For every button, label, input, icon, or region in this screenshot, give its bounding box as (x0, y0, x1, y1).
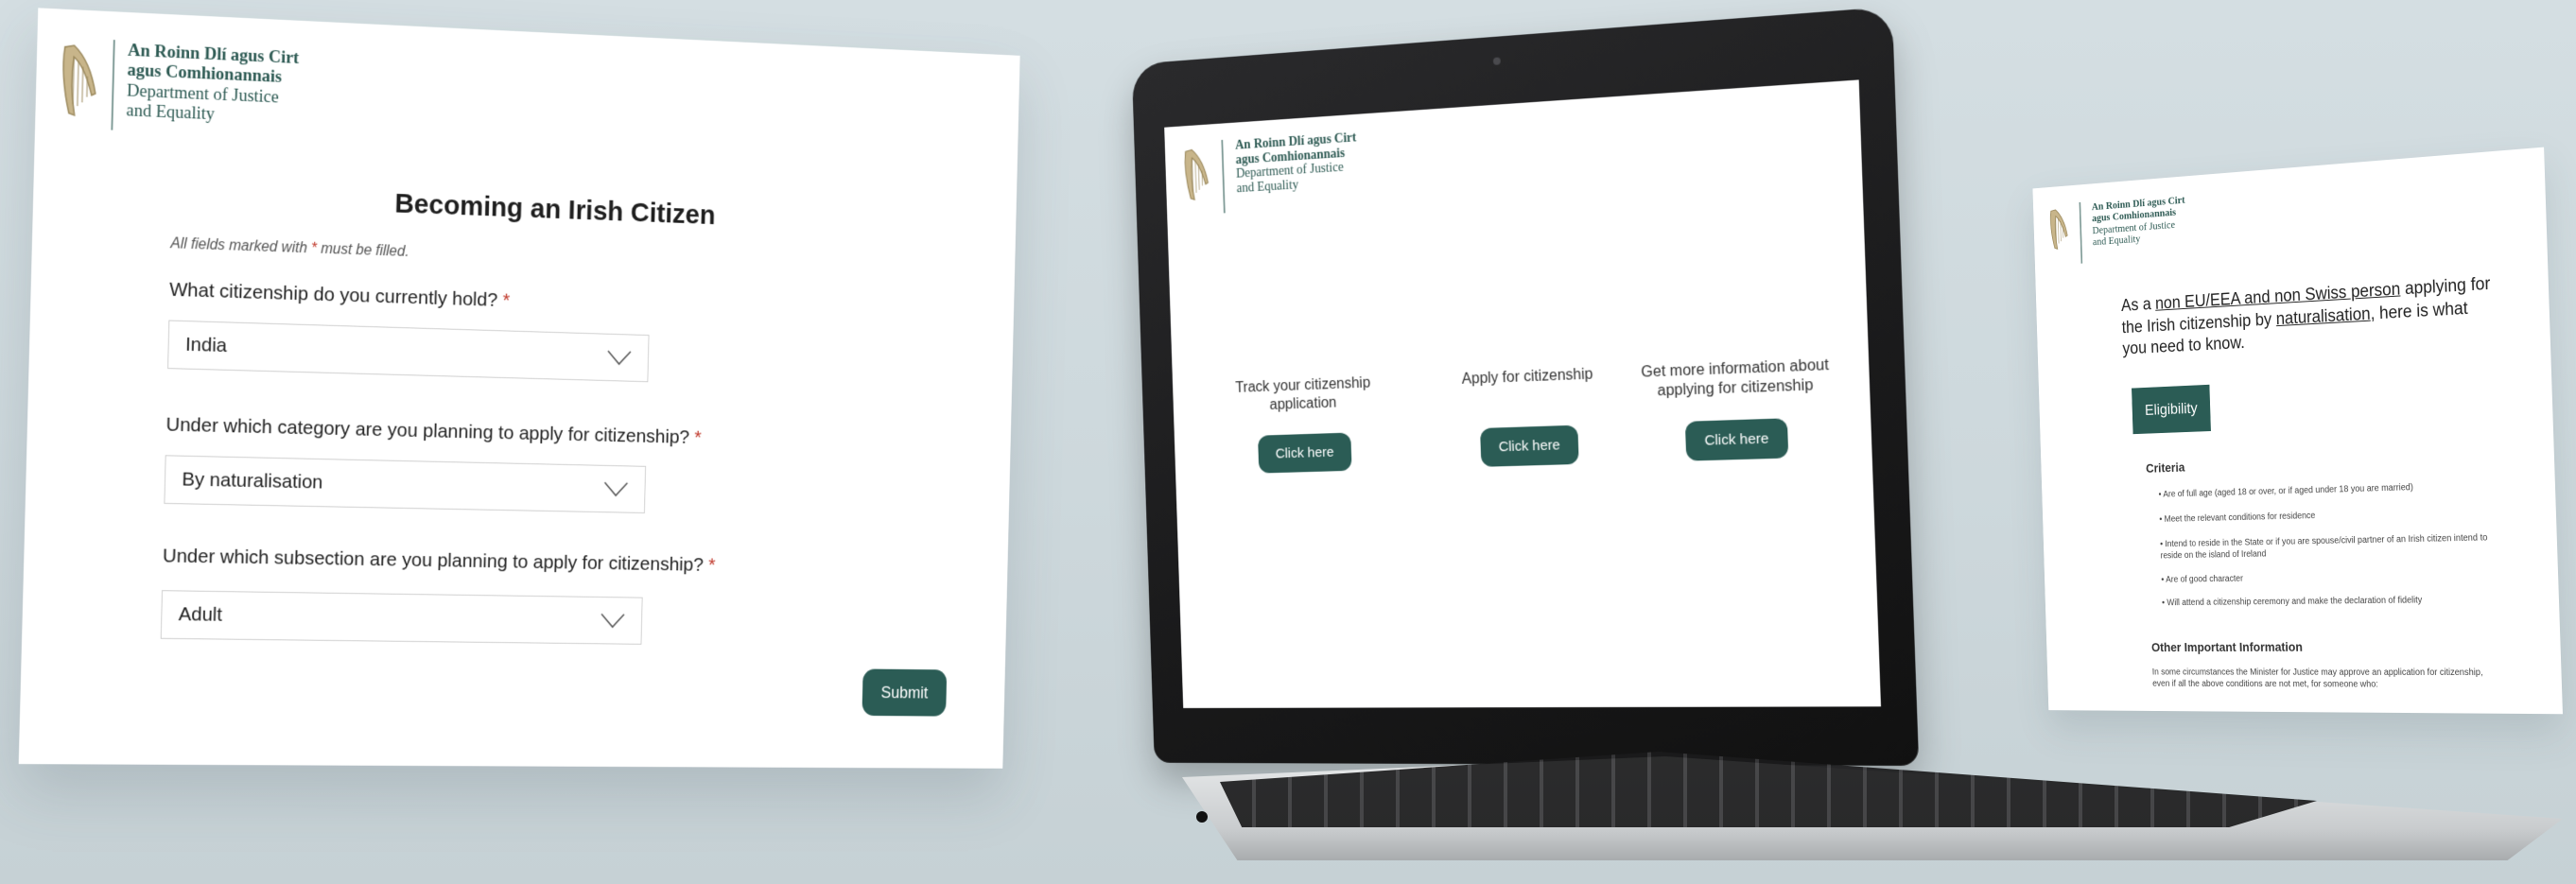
category-select[interactable]: By naturalisation (164, 455, 647, 513)
camera-icon (1492, 57, 1501, 65)
criteria-item: • Are of good character (2161, 574, 2244, 585)
criteria-item: • Will attend a citizenship ceremony and… (2161, 595, 2423, 609)
subsection-select[interactable]: Adult (160, 590, 643, 645)
question-citizenship-label: What citizenship do you currently hold? … (169, 279, 511, 312)
other-info-text: In some circumstances the Minister for J… (2151, 667, 2483, 690)
subsection-select-value: Adult (178, 603, 223, 626)
question-subsection-label: Under which subsection are you planning … (163, 546, 716, 577)
apply-click-button[interactable]: Click here (1479, 425, 1580, 467)
chevron-down-icon (602, 480, 629, 497)
option-track: Track your citizenship application Click… (1207, 373, 1402, 476)
required-star: * (707, 554, 716, 576)
track-click-button[interactable]: Click here (1257, 432, 1352, 474)
laptop-screen: An Roinn Dlí agus Cirt agus Comhionannai… (1164, 79, 1882, 708)
naturalisation-link[interactable]: naturalisation (2275, 304, 2370, 329)
eligibility-tab[interactable]: Eligibility (2132, 384, 2212, 435)
logo-divider (111, 40, 115, 130)
harp-icon (56, 37, 100, 124)
required-note: All fields marked with * must be filled. (170, 235, 409, 261)
other-info-heading: Other Important Information (2150, 639, 2304, 654)
required-star: * (694, 426, 703, 449)
department-logo: An Roinn Dlí agus Cirt agus Comhionannai… (56, 37, 299, 137)
department-name: An Roinn Dlí agus Cirt agus Comhionannai… (2092, 193, 2186, 248)
category-select-value: By naturalisation (182, 468, 323, 494)
submit-button[interactable]: Submit (862, 668, 948, 717)
info-click-button[interactable]: Click here (1684, 418, 1789, 461)
intro-part-a: As a (2120, 294, 2156, 316)
info-panel: An Roinn Dlí agus Cirt agus Comhionannai… (2032, 147, 2563, 715)
citizenship-form-panel: An Roinn Dlí agus Cirt agus Comhionannai… (18, 8, 1020, 769)
laptop-lid: An Roinn Dlí agus Cirt agus Comhionannai… (1131, 6, 1920, 766)
question-text: Under which category are you planning to… (165, 413, 690, 448)
department-logo: An Roinn Dlí agus Cirt agus Comhionannai… (1180, 131, 1359, 216)
question-category-label: Under which category are you planning to… (165, 414, 702, 449)
logo-divider (1221, 139, 1226, 214)
harp-icon (2047, 203, 2070, 255)
question-text: What citizenship do you currently hold? (168, 278, 498, 311)
citizenship-select[interactable]: India (167, 320, 650, 383)
option-info: Get more information about applying for … (1629, 355, 1845, 462)
intro-text: As a non EU/EEA and non Swiss person app… (2121, 273, 2498, 361)
question-text: Under which subsection are you planning … (162, 545, 705, 576)
department-name: An Roinn Dlí agus Cirt agus Comhionannai… (126, 41, 299, 128)
option-apply-label: Apply for citizenship (1461, 366, 1593, 388)
department-name: An Roinn Dlí agus Cirt agus Comhionannai… (1235, 131, 1358, 197)
note-prefix: All fields marked with (170, 235, 312, 257)
mockup-scene: An Roinn Dlí agus Cirt agus Comhionannai… (0, 0, 2576, 884)
laptop-hinge (1196, 811, 1208, 823)
chevron-down-icon (606, 349, 633, 366)
option-track-label: Track your citizenship application (1235, 374, 1371, 413)
criteria-heading: Criteria (2145, 459, 2185, 476)
required-star: * (502, 289, 511, 312)
note-suffix: must be filled. (316, 240, 409, 260)
criteria-item: • Intend to reside in the State or if yo… (2160, 532, 2488, 562)
harp-icon (1180, 141, 1211, 208)
criteria-item: • Are of full age (aged 18 or over, or i… (2158, 482, 2414, 500)
chevron-down-icon (600, 612, 626, 629)
option-apply: Apply for citizenship Click here (1426, 364, 1632, 468)
page-title: Becoming an Irish Citizen (393, 188, 716, 231)
option-info-label: Get more information about applying for … (1641, 356, 1830, 400)
logo-divider (2079, 201, 2083, 264)
department-logo: An Roinn Dlí agus Cirt agus Comhionannai… (2047, 193, 2187, 266)
citizenship-select-value: India (184, 333, 228, 356)
criteria-item: • Meet the relevant conditions for resid… (2159, 511, 2316, 525)
